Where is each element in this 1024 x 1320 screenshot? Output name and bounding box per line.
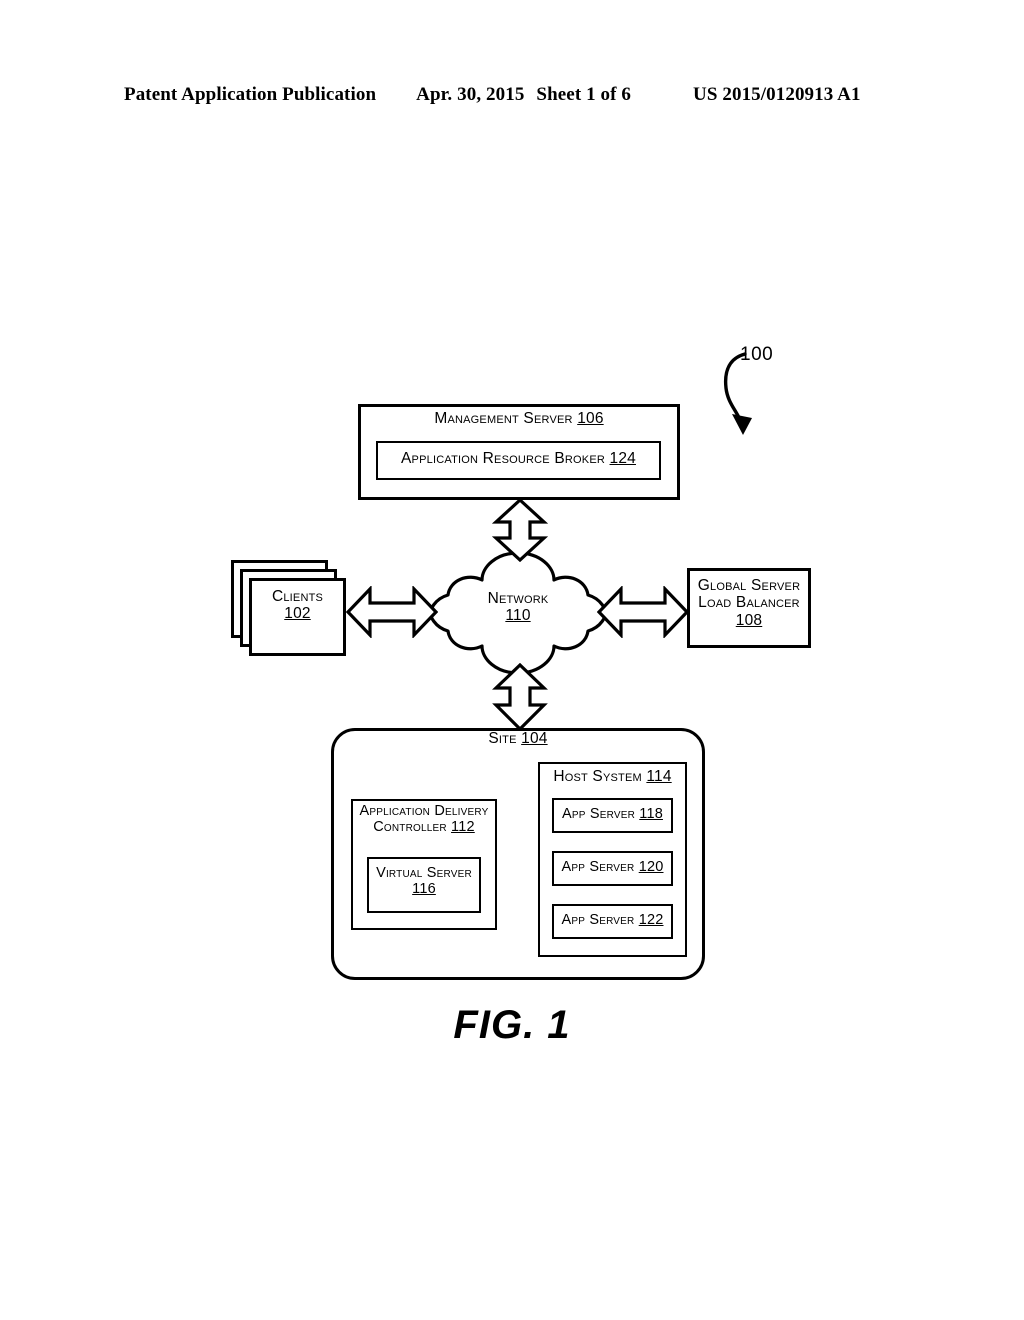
adc-ref: 112 xyxy=(451,819,475,836)
application-resource-broker-ref: 124 xyxy=(609,450,636,467)
clients-label: Clients 102 xyxy=(249,588,346,623)
system-reference-leader-arrow xyxy=(723,352,752,435)
header-sheet-number: Sheet 1 of 6 xyxy=(536,84,632,105)
app-server-120-ref: 120 xyxy=(638,859,664,875)
management-server-label: Management Server 106 xyxy=(358,410,680,427)
app-server-118-label: App Server 118 xyxy=(552,806,673,822)
site-title: Site xyxy=(488,730,522,747)
clients-ref: 102 xyxy=(284,605,311,623)
app-server-118-title: App Server xyxy=(562,806,640,822)
page-header: Patent Application Publication Apr. 30, … xyxy=(124,84,900,106)
gslb-line-2: Load Balancer xyxy=(698,594,800,612)
management-server-ref: 106 xyxy=(577,410,604,427)
host-system-ref: 114 xyxy=(646,768,672,785)
arrow-network-to-global-server-load-balancer xyxy=(597,586,689,638)
app-server-120-title: App Server xyxy=(561,859,639,875)
global-server-load-balancer-label: Global Server Load Balancer 108 xyxy=(687,577,811,629)
app-server-118-ref: 118 xyxy=(639,806,663,822)
application-resource-broker-label: Application Resource Broker 124 xyxy=(376,450,661,467)
header-publication-title: Patent Application Publication xyxy=(124,84,377,105)
app-server-122-label: App Server 122 xyxy=(552,912,673,928)
app-server-122-title: App Server xyxy=(561,912,639,928)
network-title: Network xyxy=(487,590,549,607)
clients-title: Clients xyxy=(271,588,324,605)
network-label: Network 110 xyxy=(443,590,593,625)
figure-caption: FIG. 1 xyxy=(453,1003,571,1047)
app-server-122-ref: 122 xyxy=(638,912,664,928)
site-ref: 104 xyxy=(521,730,548,747)
virtual-server-ref: 116 xyxy=(412,881,436,898)
host-system-title: Host System xyxy=(553,768,647,785)
header-publication-date: Apr. 30, 2015 xyxy=(416,84,525,105)
arrow-network-to-site xyxy=(492,663,548,731)
network-ref: 110 xyxy=(505,607,531,625)
application-delivery-controller-label: Application Delivery Controller 112 xyxy=(351,803,497,835)
header-patent-number: US 2015/0120913 A1 xyxy=(693,84,861,105)
arrow-management-server-to-network xyxy=(492,498,548,562)
adc-line-1: Application Delivery xyxy=(359,803,489,819)
gslb-ref: 108 xyxy=(735,611,763,629)
application-resource-broker-title: Application Resource Broker xyxy=(401,450,610,467)
app-server-120-label: App Server 120 xyxy=(552,859,673,875)
site-label: Site 104 xyxy=(331,730,705,747)
virtual-server-title: Virtual Server xyxy=(376,865,472,881)
adc-line-2: Controller xyxy=(373,819,452,836)
management-server-title: Management Server xyxy=(434,410,578,427)
virtual-server-label: Virtual Server 116 xyxy=(367,865,481,897)
arrow-clients-to-network xyxy=(346,586,438,638)
gslb-line-1: Global Server xyxy=(697,577,801,594)
host-system-label: Host System 114 xyxy=(538,768,687,785)
